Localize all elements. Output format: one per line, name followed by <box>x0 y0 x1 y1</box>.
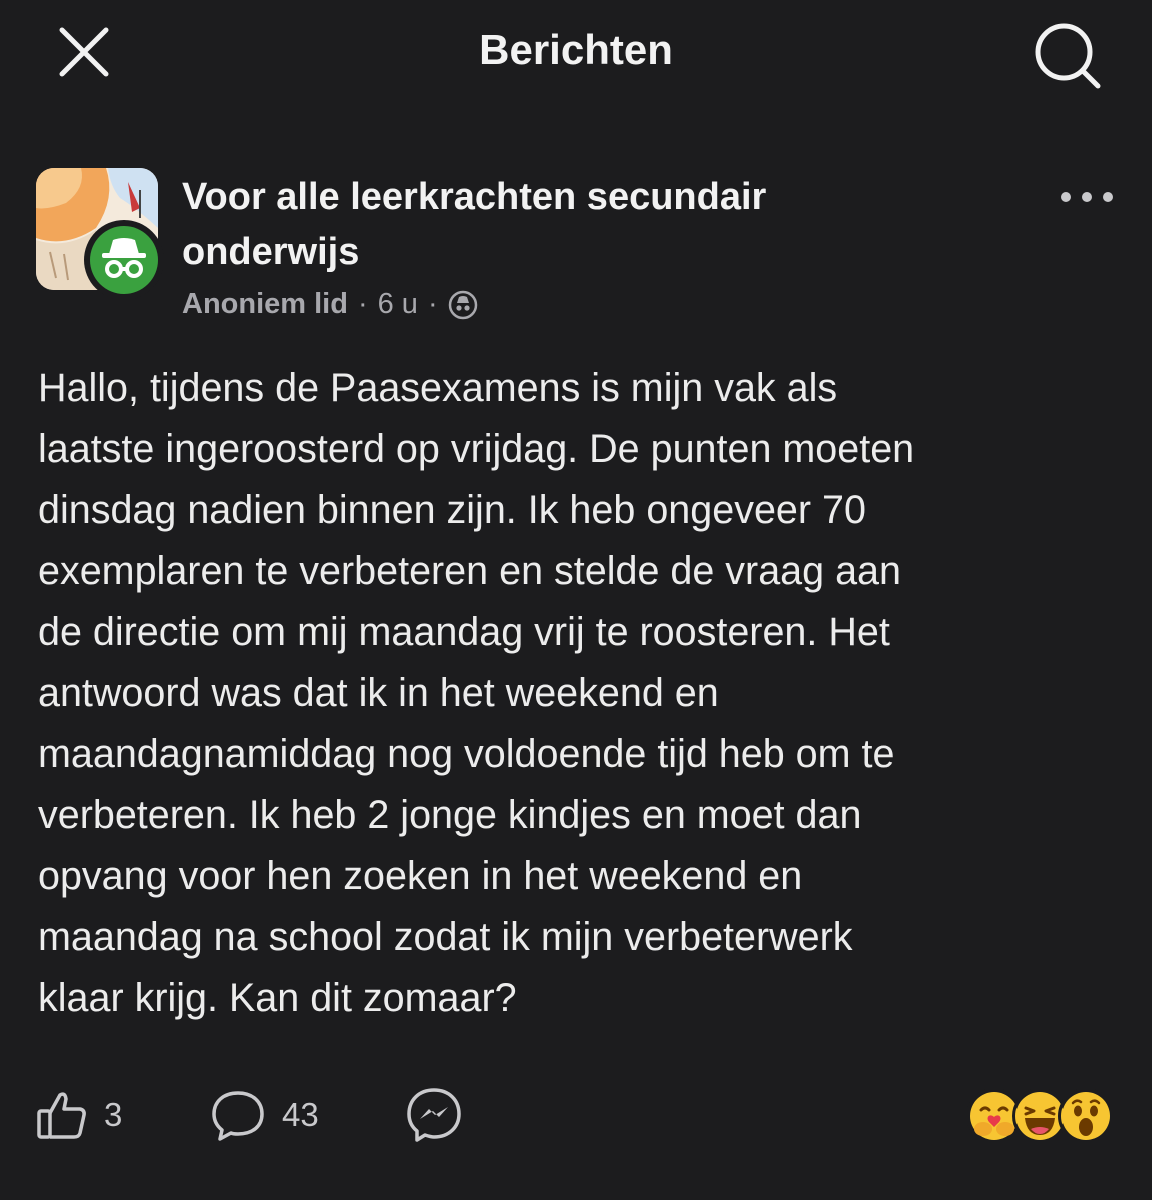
top-bar: Berichten <box>0 0 1152 110</box>
like-button[interactable]: 3 <box>34 1080 122 1150</box>
anonymous-icon <box>90 226 158 294</box>
comment-button[interactable]: 43 <box>208 1080 319 1150</box>
post-header: Voor alle leerkrachten secundair onderwi… <box>36 168 1116 338</box>
wow-icon <box>1062 1092 1110 1140</box>
like-count: 3 <box>104 1096 123 1133</box>
anonymous-badge <box>84 220 164 300</box>
post-actions: 3 43 <box>34 1080 1124 1150</box>
more-dots-icon <box>1061 192 1113 202</box>
anonymous-icon <box>448 290 477 319</box>
meta-separator: · <box>427 288 438 320</box>
comment-count: 43 <box>282 1096 319 1133</box>
post-time[interactable]: 6 u <box>378 288 418 321</box>
close-button[interactable] <box>52 20 116 84</box>
search-button[interactable] <box>1026 18 1106 92</box>
post-meta: Anoniem lid · 6 u · <box>182 288 478 321</box>
more-options-button[interactable] <box>1056 182 1118 212</box>
privacy-icon <box>448 290 478 320</box>
author-name[interactable]: Anoniem lid <box>182 288 348 321</box>
reactions-summary[interactable] <box>966 1088 1114 1144</box>
wow-emoji <box>1058 1088 1114 1144</box>
send-message-button[interactable] <box>404 1080 464 1150</box>
messenger-icon <box>407 1088 461 1142</box>
thumbs-up-icon <box>37 1092 86 1139</box>
comment-icon <box>212 1091 264 1141</box>
search-icon <box>1035 23 1101 89</box>
group-name-link[interactable]: Voor alle leerkrachten secundair onderwi… <box>182 170 942 280</box>
page-title: Berichten <box>479 26 673 73</box>
close-icon <box>59 27 109 77</box>
meta-separator: · <box>357 288 368 320</box>
post-text: Hallo, tijdens de Paasexamens is mijn va… <box>38 366 915 1020</box>
